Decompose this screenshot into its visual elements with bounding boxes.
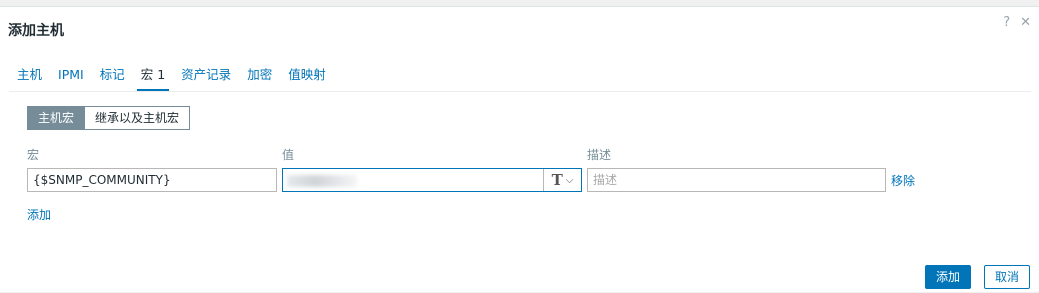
cancel-button[interactable]: 取消 <box>984 265 1031 289</box>
macro-mode-toggle: 主机宏 继承以及主机宏 <box>27 106 191 130</box>
value-column-header: 值 <box>282 148 295 162</box>
host-macros-button[interactable]: 主机宏 <box>27 106 86 130</box>
description-column-header: 描述 <box>587 148 612 162</box>
value-type-dropdown[interactable]: T ⌵ <box>543 169 581 191</box>
text-type-icon: T <box>551 171 563 189</box>
redacted-value <box>287 175 357 187</box>
tab-tags[interactable]: 标记 <box>92 65 133 91</box>
tab-value-mapping[interactable]: 值映射 <box>280 65 334 91</box>
macro-input[interactable]: {$SNMP_COMMUNITY} <box>27 168 277 192</box>
macro-column-header: 宏 <box>27 148 40 162</box>
dialog-header-icons: ? ✕ <box>1003 15 1031 30</box>
close-icon[interactable]: ✕ <box>1020 15 1031 30</box>
tab-ipmi[interactable]: IPMI <box>50 65 92 91</box>
macro-value-input[interactable] <box>283 169 543 191</box>
tab-inventory[interactable]: 资产记录 <box>173 65 239 91</box>
macro-value-field: T ⌵ <box>282 168 582 192</box>
help-icon[interactable]: ? <box>1003 15 1010 30</box>
add-host-dialog: 添加主机 ? ✕ 主机 IPMI 标记 宏 1 资产记录 加密 值映射 主机宏 … <box>0 6 1039 292</box>
chevron-down-icon: ⌵ <box>565 174 574 186</box>
tab-host[interactable]: 主机 <box>9 65 50 91</box>
tab-encryption[interactable]: 加密 <box>239 65 280 91</box>
tab-divider <box>9 91 1031 92</box>
tab-bar: 主机 IPMI 标记 宏 1 资产记录 加密 值映射 <box>9 65 334 91</box>
tab-macros[interactable]: 宏 1 <box>133 65 173 91</box>
remove-link[interactable]: 移除 <box>891 172 915 189</box>
add-button[interactable]: 添加 <box>925 265 972 289</box>
inherited-macros-button[interactable]: 继承以及主机宏 <box>85 106 191 130</box>
description-input[interactable]: 描述 <box>587 168 886 192</box>
dialog-title: 添加主机 <box>8 23 64 39</box>
add-macro-link[interactable]: 添加 <box>27 206 51 223</box>
